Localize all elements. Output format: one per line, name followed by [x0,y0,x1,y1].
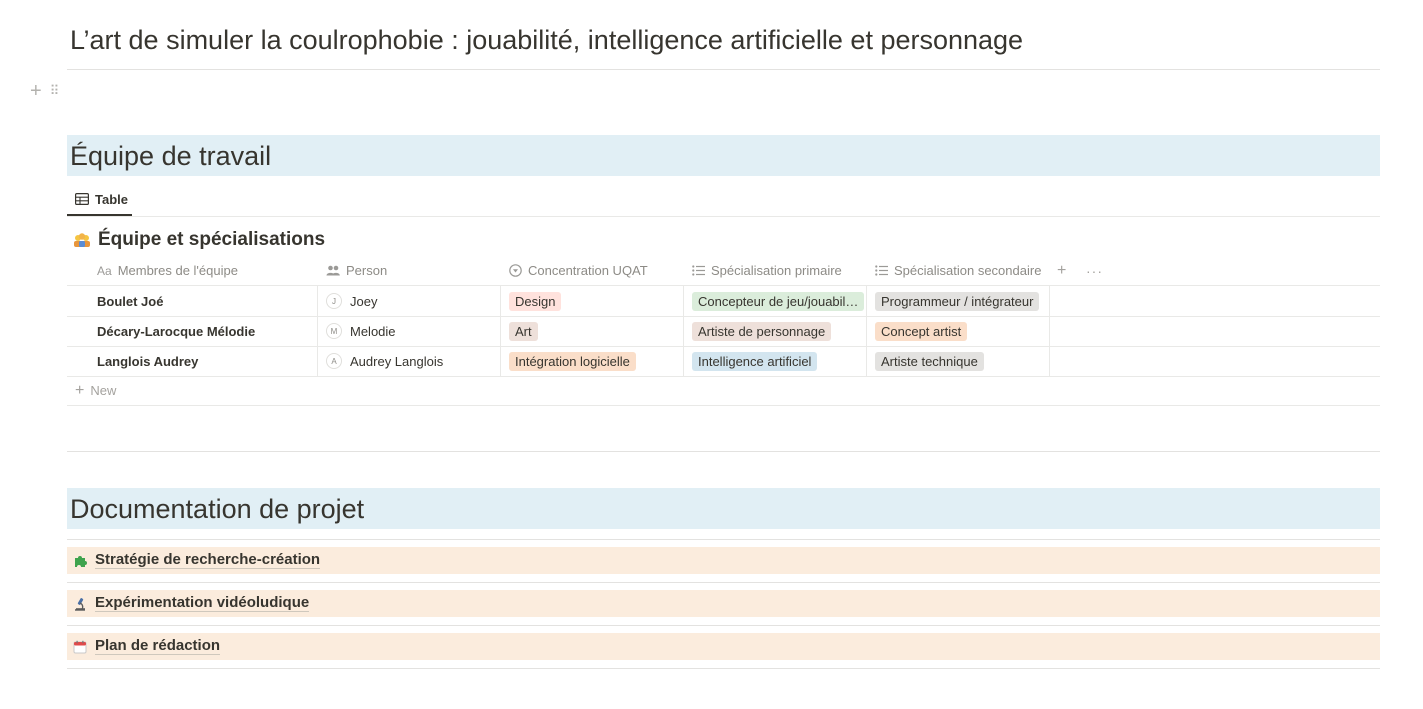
docs-section-title: Documentation de projet [70,494,365,524]
concentration-tag: Intégration logicielle [509,351,636,371]
person-name: Joey [350,293,378,309]
person-cell[interactable]: J Joey [318,286,501,316]
add-column-button[interactable]: + [1057,256,1066,285]
select-icon [509,264,522,277]
avatar: M [326,323,342,339]
table-icon [75,193,89,205]
doc-link-label: Stratégie de recherche-création [95,551,321,569]
secondary-specialization-cell[interactable]: Concept artist [867,316,1050,346]
column-header-person[interactable]: Person [326,256,387,285]
concentration-cell[interactable]: Design [501,286,684,316]
column-header-members[interactable]: Aa Membres de l'équipe [97,256,238,285]
table-row[interactable]: Langlois Audrey A Audrey Langlois Intégrati… [67,346,1380,377]
add-block-icon[interactable]: + [30,81,42,101]
secondary-specialization-tag: Programmeur / intégrateur [875,291,1040,311]
calendar-icon [73,640,87,653]
secondary-specialization-tag: Artiste technique [875,351,984,371]
doc-divider [67,582,1380,583]
column-header-concentration[interactable]: Concentration UQAT [509,256,648,285]
drag-handle-icon[interactable]: ⠿ [50,82,59,100]
more-icon: ··· [1086,262,1103,279]
list-icon [875,265,888,276]
puzzle-icon [75,555,87,567]
title-aa-icon: Aa [97,263,112,278]
doc-divider [67,539,1380,540]
block-handle[interactable]: + ⠿ [30,81,70,101]
more-options-button[interactable]: ··· [1086,256,1103,285]
table-row[interactable]: Décary-Larocque Mélodie M Melodie Art Artist… [67,316,1380,347]
member-cell[interactable]: Décary-Larocque Mélodie [67,316,318,346]
table-row[interactable]: Boulet Joé J Joey Design Concepteur de jeu/j… [67,286,1380,317]
primary-specialization-cell[interactable]: Artiste de personnage [684,316,867,346]
doc-link-label: Plan de rédaction [95,637,221,655]
database-title-text: Équipe et spécialisations [98,229,326,250]
avatar: A [326,353,342,369]
doc-divider [67,625,1380,626]
tabs-divider [67,216,1380,217]
person-name: Audrey Langlois [350,353,444,369]
title-divider [67,69,1380,70]
doc-divider [67,668,1380,669]
tab-table[interactable]: Table [67,184,132,216]
doc-link-label: Expérimentation vidéoludique [95,594,310,612]
concentration-cell[interactable]: Intégration logicielle [501,346,684,376]
secondary-specialization-cell[interactable]: Artiste technique [867,346,1050,376]
team-section-heading[interactable]: Équipe de travail [67,135,1380,176]
plus-icon: + [1057,261,1067,279]
database-view-tabs: Table [67,184,1380,216]
new-row-label: New [90,383,117,398]
primary-specialization-cell[interactable]: Concepteur de jeu/jouabil… [684,286,867,316]
primary-specialization-tag: Intelligence artificiel [692,351,818,371]
doc-link-plan[interactable]: Plan de rédaction [67,633,1380,660]
member-cell[interactable]: Boulet Joé [67,286,318,316]
secondary-specialization-cell[interactable]: Programmeur / intégrateur [867,286,1050,316]
column-header-secondary[interactable]: Spécialisation secondaire [875,256,1041,285]
primary-specialization-cell[interactable]: Intelligence artificiel [684,346,867,376]
column-header-primary[interactable]: Spécialisation primaire [692,256,842,285]
primary-specialization-tag: Concepteur de jeu/jouabil… [692,291,865,311]
doc-link-experimentation[interactable]: Expérimentation vidéoludique [67,590,1380,617]
database-title[interactable]: Équipe et spécialisations [73,229,325,251]
section-divider [67,451,1380,452]
person-cell[interactable]: M Melodie [318,316,501,346]
concentration-tag: Design [509,291,562,311]
list-icon [692,265,705,276]
plus-icon: + [75,381,85,399]
tab-table-label: Table [95,191,128,207]
docs-section-heading[interactable]: Documentation de projet [67,488,1380,529]
primary-specialization-tag: Artiste de personnage [692,321,832,341]
secondary-specialization-tag: Concept artist [875,321,968,341]
person-cell[interactable]: A Audrey Langlois [318,346,501,376]
microscope-icon [75,597,85,611]
table-header: Aa Membres de l'équipe Person Concentrat… [67,256,1380,285]
add-row-button[interactable]: + New [67,376,1380,406]
people-emoji-icon [74,233,90,247]
concentration-tag: Art [509,321,538,341]
doc-link-strategie[interactable]: Stratégie de recherche-création [67,547,1380,574]
member-cell[interactable]: Langlois Audrey [67,346,318,376]
person-name: Melodie [350,323,396,339]
page-title[interactable]: L’art de simuler la coulrophobie : jouab… [70,22,1023,58]
avatar: J [326,293,342,309]
concentration-cell[interactable]: Art [501,316,684,346]
people-icon [326,265,340,276]
team-section-title: Équipe de travail [70,141,272,171]
